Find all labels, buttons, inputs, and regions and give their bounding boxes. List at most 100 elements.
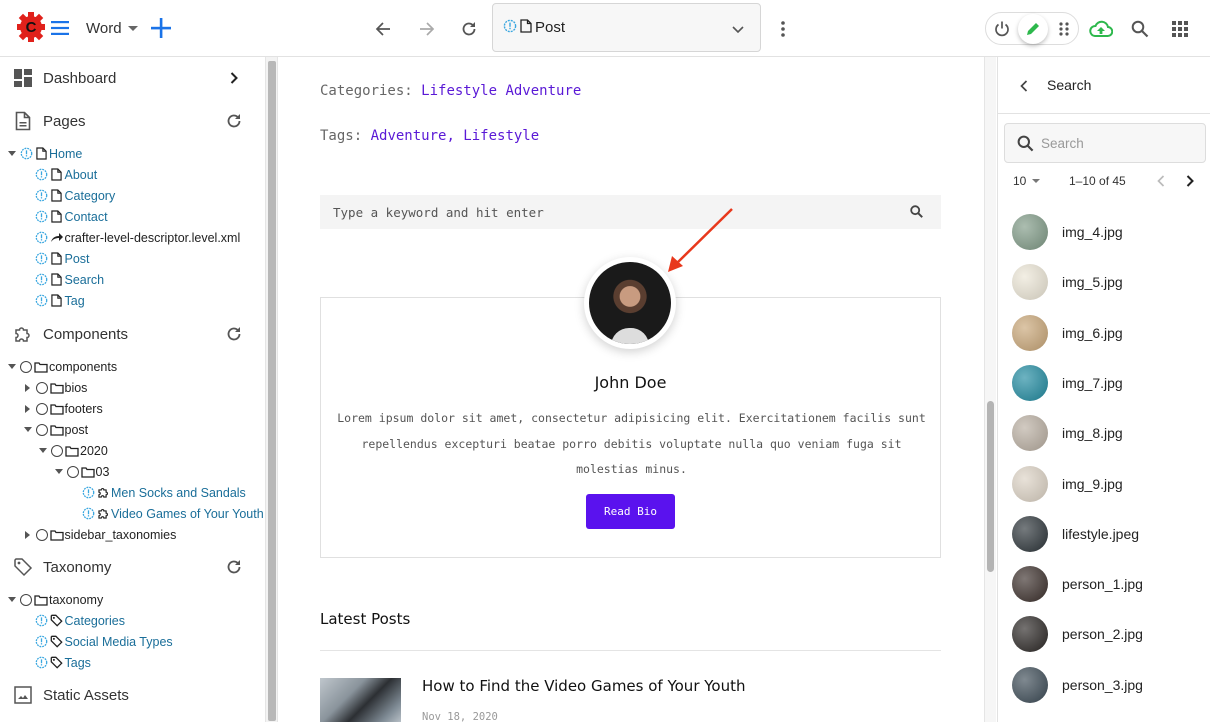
cloud-upload-icon[interactable] xyxy=(1088,16,1114,42)
tree-item-label: Home xyxy=(49,146,83,161)
expand-arrow-right-icon[interactable] xyxy=(21,402,35,416)
sidebar-item-dashboard[interactable]: Dashboard xyxy=(0,58,264,98)
previous-page-icon[interactable] xyxy=(1153,171,1169,191)
sidebar-section-taxonomy[interactable]: Taxonomy xyxy=(0,547,264,587)
selection-circle-icon[interactable] xyxy=(66,465,80,479)
tree-item-label: Tag xyxy=(64,293,85,308)
tree-item[interactable]: 03 xyxy=(52,461,109,482)
tree-item[interactable]: Post xyxy=(21,248,90,269)
tree-item[interactable]: sidebar_taxonomies xyxy=(21,524,176,545)
drag-handle-icon[interactable] xyxy=(1052,17,1076,41)
asset-thumbnail xyxy=(1012,364,1048,401)
categories-link[interactable]: Lifestyle Adventure xyxy=(421,83,581,99)
selection-circle-icon[interactable] xyxy=(35,381,49,395)
sidebar-section-static-assets[interactable]: Static Assets xyxy=(0,675,264,715)
asset-list-item[interactable]: img_9.jpg xyxy=(998,459,1210,509)
expand-arrow-down-icon[interactable] xyxy=(21,423,35,437)
asset-list-item[interactable]: img_6.jpg xyxy=(998,308,1210,358)
expand-arrow-down-icon[interactable] xyxy=(5,360,19,374)
preview-scrollbar-thumb[interactable] xyxy=(987,401,994,572)
refresh-icon[interactable] xyxy=(224,324,244,344)
asset-name: person_2.jpg xyxy=(1062,626,1143,643)
asset-list-item[interactable]: person_1.jpg xyxy=(998,559,1210,609)
next-page-icon[interactable] xyxy=(1182,171,1198,191)
refresh-icon[interactable] xyxy=(224,557,244,577)
tree-item[interactable]: About xyxy=(21,164,97,185)
asset-list-item[interactable]: person_3.jpg xyxy=(998,660,1210,710)
hamburger-menu-icon[interactable] xyxy=(48,16,72,40)
expand-arrow-down-icon[interactable] xyxy=(36,444,50,458)
site-selector[interactable]: Word xyxy=(86,16,138,40)
tags-link[interactable]: Adventure, Lifestyle xyxy=(371,128,540,144)
tree-item[interactable]: Tags xyxy=(21,652,91,673)
sidebar-scrollbar-thumb[interactable] xyxy=(268,61,276,721)
asset-list-item[interactable]: img_4.jpg xyxy=(998,207,1210,257)
selection-circle-icon[interactable] xyxy=(19,593,33,607)
asset-search-input[interactable]: Search xyxy=(1004,123,1206,163)
keyword-search-input[interactable]: Type a keyword and hit enter xyxy=(320,195,941,229)
preview-scrollbar[interactable] xyxy=(984,57,996,722)
tag-icon xyxy=(50,656,64,670)
page-size-select[interactable]: 10 xyxy=(1013,174,1041,188)
selection-circle-icon[interactable] xyxy=(50,444,64,458)
post-tags: Tags: Adventure, Lifestyle xyxy=(320,128,539,144)
tree-item[interactable]: Categories xyxy=(21,610,125,631)
sidebar-section-components[interactable]: Components xyxy=(0,314,264,354)
post-thumbnail[interactable] xyxy=(320,678,401,722)
tree-item[interactable]: Home xyxy=(5,143,82,164)
svg-text:C: C xyxy=(26,19,37,36)
sidebar-scrollbar[interactable] xyxy=(265,57,278,722)
tree-item[interactable]: bios xyxy=(21,377,87,398)
chevron-left-icon[interactable] xyxy=(1016,77,1032,95)
asset-list-item[interactable]: person_2.jpg xyxy=(998,609,1210,659)
asset-list-item[interactable]: img_5.jpg xyxy=(998,257,1210,307)
arrow-left-icon[interactable] xyxy=(370,16,396,42)
expand-arrow-right-icon[interactable] xyxy=(21,381,35,395)
selection-circle-icon[interactable] xyxy=(35,423,49,437)
tree-item[interactable]: 2020 xyxy=(36,440,108,461)
apps-grid-icon[interactable] xyxy=(1167,16,1193,42)
expand-arrow-down-icon[interactable] xyxy=(5,593,19,607)
power-icon[interactable] xyxy=(990,17,1014,41)
selection-circle-icon[interactable] xyxy=(35,402,49,416)
read-bio-button[interactable]: Read Bio xyxy=(586,494,675,529)
tree-item[interactable]: Social Media Types xyxy=(21,631,173,652)
tree-item[interactable]: Search xyxy=(21,269,104,290)
crafter-logo-icon[interactable]: C xyxy=(16,10,46,44)
asset-list-item[interactable]: lifestyle.jpeg xyxy=(998,509,1210,559)
chevron-right-icon[interactable] xyxy=(224,68,244,88)
tree-item[interactable]: post xyxy=(21,419,88,440)
search-panel: Search Search 10 1–10 of 45 img_4.jpg img… xyxy=(997,57,1210,722)
asset-thumbnail xyxy=(1012,465,1048,502)
expand-arrow-down-icon[interactable] xyxy=(52,465,66,479)
selection-circle-icon[interactable] xyxy=(35,528,49,542)
expand-arrow-right-icon[interactable] xyxy=(21,528,35,542)
sidebar-section-pages[interactable]: Pages xyxy=(0,101,264,141)
folder-icon xyxy=(49,423,64,437)
selection-circle-icon[interactable] xyxy=(19,360,33,374)
tree-item[interactable]: crafter-level-descriptor.level.xml xyxy=(21,227,240,248)
expand-arrow-down-icon[interactable] xyxy=(5,147,19,161)
arrow-right-icon[interactable] xyxy=(414,16,440,42)
tree-item[interactable]: components xyxy=(5,356,117,377)
refresh-icon[interactable] xyxy=(456,16,482,42)
tree-item[interactable]: Tag xyxy=(21,290,85,311)
search-icon[interactable] xyxy=(1127,16,1153,42)
tree-item-label: Men Socks and Sandals xyxy=(111,485,246,500)
tree-item[interactable]: footers xyxy=(21,398,103,419)
tree-item[interactable]: taxonomy xyxy=(5,589,103,610)
more-vertical-icon[interactable] xyxy=(772,16,794,42)
tree-item[interactable]: Men Socks and Sandals xyxy=(67,482,246,503)
tree-item[interactable]: Video Games of Your Youth xyxy=(67,503,264,524)
search-icon[interactable] xyxy=(910,205,923,221)
tree-item[interactable]: Contact xyxy=(21,206,108,227)
pencil-icon[interactable] xyxy=(1018,14,1048,44)
asset-list-item[interactable]: img_7.jpg xyxy=(998,358,1210,408)
tree-item[interactable]: Category xyxy=(21,185,115,206)
plus-icon[interactable] xyxy=(148,14,174,42)
chevron-down-icon[interactable] xyxy=(732,21,744,38)
post-title-link[interactable]: How to Find the Video Games of Your Yout… xyxy=(422,677,746,695)
asset-list-item[interactable]: img_8.jpg xyxy=(998,408,1210,458)
address-bar[interactable]: Post xyxy=(492,3,761,52)
refresh-icon[interactable] xyxy=(224,111,244,131)
